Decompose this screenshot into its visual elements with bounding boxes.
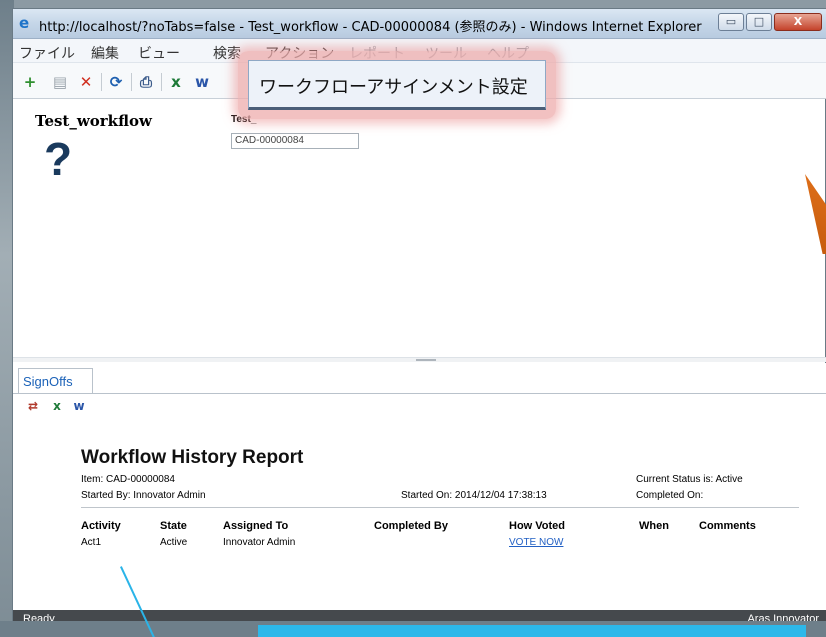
column-header-when: When bbox=[639, 520, 669, 532]
column-header-comments: Comments bbox=[699, 520, 756, 532]
minimize-button[interactable]: ▭ bbox=[718, 13, 744, 31]
orange-arrow-icon bbox=[805, 174, 826, 254]
report-started-by: Started By: Innovator Admin bbox=[81, 490, 206, 501]
report-started-on: Started On: 2014/12/04 17:38:13 bbox=[401, 490, 547, 501]
print-icon[interactable]: ⎙ bbox=[137, 73, 155, 91]
menu-view[interactable]: ビュー bbox=[138, 43, 180, 63]
workflow-assignment-menu-popup: ワークフローアサインメント設定 bbox=[238, 51, 556, 119]
toolbar-separator bbox=[101, 73, 102, 91]
report-item: Item: CAD-00000084 bbox=[81, 474, 175, 485]
toolbar-separator bbox=[131, 73, 132, 91]
tab-signoffs[interactable]: SignOffs bbox=[18, 368, 93, 394]
report-divider bbox=[81, 507, 799, 508]
question-mark-icon: ? bbox=[44, 133, 73, 185]
save-icon[interactable]: ▤ bbox=[51, 73, 69, 91]
cell-assigned-to: Innovator Admin bbox=[223, 537, 296, 548]
menu-edit[interactable]: 編集 bbox=[91, 43, 119, 63]
report-completed-on: Completed On: bbox=[636, 490, 704, 501]
internet-explorer-icon: e bbox=[19, 14, 30, 32]
excel-export-icon[interactable]: x bbox=[167, 73, 185, 91]
cell-state: Active bbox=[160, 537, 188, 548]
workflow-map-icon[interactable]: ⇄ bbox=[25, 398, 41, 414]
toolbar-separator bbox=[161, 73, 162, 91]
splitter-grip[interactable] bbox=[416, 359, 436, 361]
menu-search[interactable]: 検索 bbox=[213, 43, 241, 63]
form-title: Test_workflow bbox=[35, 112, 152, 130]
workflow-assignment-menu-item[interactable]: ワークフローアサインメント設定 bbox=[248, 60, 546, 110]
column-header-completed-by: Completed By bbox=[374, 520, 448, 532]
tab-divider bbox=[13, 393, 826, 394]
pane-splitter[interactable] bbox=[13, 357, 826, 362]
refresh-icon[interactable]: ⟳ bbox=[107, 73, 125, 91]
column-header-state: State bbox=[160, 520, 187, 532]
popup-label: ワークフローアサインメント設定 bbox=[259, 77, 528, 98]
title-bar: e http://localhost/?noTabs=false - Test_… bbox=[13, 9, 826, 39]
menu-file[interactable]: ファイル bbox=[19, 43, 75, 63]
report-current-status: Current Status is: Active bbox=[636, 474, 743, 485]
excel-export-icon[interactable]: x bbox=[49, 398, 65, 414]
cell-activity: Act1 bbox=[81, 537, 102, 548]
new-item-icon[interactable]: + bbox=[21, 73, 39, 91]
column-header-activity: Activity bbox=[81, 520, 121, 532]
word-export-icon[interactable]: w bbox=[193, 73, 211, 91]
column-header-how-voted: How Voted bbox=[509, 520, 566, 532]
word-export-icon[interactable]: w bbox=[71, 398, 87, 414]
close-button[interactable]: X bbox=[774, 13, 822, 31]
column-header-assigned-to: Assigned To bbox=[223, 520, 289, 532]
relationships-pane: SignOffs ⇄ x w Workflow History Report I… bbox=[13, 363, 826, 611]
window-title: http://localhost/?noTabs=false - Test_wo… bbox=[39, 20, 702, 35]
delete-icon[interactable]: ✕ bbox=[77, 73, 95, 91]
vote-now-link[interactable]: VOTE NOW bbox=[509, 537, 563, 548]
report-title: Workflow History Report bbox=[81, 447, 304, 468]
callout-box bbox=[258, 625, 806, 637]
item-number-field[interactable]: CAD-00000084 bbox=[231, 133, 359, 149]
maximize-button[interactable]: □ bbox=[746, 13, 772, 31]
